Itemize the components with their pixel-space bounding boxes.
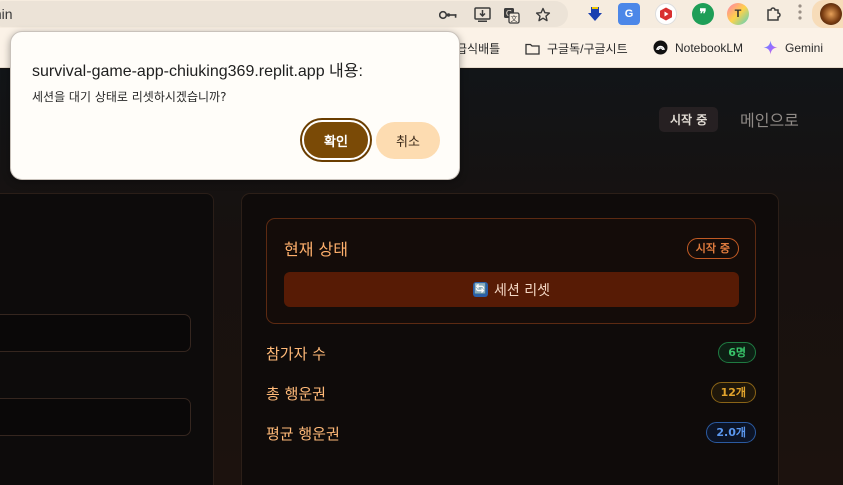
t-extension-icon[interactable]: T (727, 3, 749, 25)
bookmark-label: 급식배틀 (456, 42, 501, 56)
address-text: min (0, 6, 13, 22)
bookmark-label: NotebookLM (675, 40, 744, 55)
quote-extension-icon[interactable]: ❞ (692, 3, 714, 25)
dialog-title: survival-game-app-chiuking369.replit.app… (32, 63, 363, 80)
notebooklm-icon (653, 40, 668, 55)
left-panel (0, 193, 214, 485)
confirm-dialog: survival-game-app-chiuking369.replit.app… (10, 31, 460, 180)
reset-button-label: 세션 리셋 (494, 282, 550, 299)
bookmark-label: 구글독/구글시트 (547, 42, 628, 56)
bookmark-item-1[interactable]: 급식배틀 (456, 40, 500, 57)
avatar (820, 3, 842, 25)
translate-page-icon[interactable]: G文 (501, 5, 521, 25)
svg-text:文: 文 (510, 14, 517, 23)
stat-row-participants: 참가자 수 6명 (266, 341, 756, 365)
password-key-icon[interactable] (438, 5, 458, 25)
install-app-icon[interactable] (472, 5, 492, 25)
extensions-puzzle-icon[interactable] (764, 4, 784, 24)
refresh-icon: 🔄 (473, 282, 488, 297)
session-reset-button[interactable]: 🔄 세션 리셋 (284, 272, 739, 307)
stat-value-badge: 12개 (710, 382, 756, 403)
stat-value-badge: 6명 (718, 342, 756, 363)
browser-toolbar: min G文 G ❞ T (0, 0, 843, 28)
stat-value-badge: 2.0개 (706, 422, 756, 443)
folder-icon (525, 41, 540, 56)
google-translate-icon[interactable]: G (618, 3, 640, 25)
bookmark-item-4[interactable]: Gemini (763, 40, 823, 55)
status-title: 현재 상태 (284, 240, 348, 259)
bookmark-label: Gemini (785, 40, 824, 55)
confirm-button[interactable]: 확인 (302, 120, 370, 160)
status-badge: 시작 중 (686, 238, 739, 259)
stat-row-total-tickets: 총 행운권 12개 (266, 381, 756, 405)
profile-button[interactable] (812, 0, 843, 28)
stat-label: 평균 행운권 (266, 425, 340, 443)
header-status-badge: 시작 중 (659, 107, 719, 132)
current-status-box: 현재 상태 시작 중 🔄 세션 리셋 (266, 218, 756, 324)
address-bar[interactable]: min G文 (0, 1, 568, 27)
dialog-message: 세션을 대기 상태로 리셋하시겠습니까? (32, 90, 227, 104)
gemini-icon (763, 40, 778, 55)
stats-panel: 현재 상태 시작 중 🔄 세션 리셋 참가자 수 6명 총 행운권 12개 평균… (241, 193, 779, 485)
download-arrow-icon[interactable] (584, 3, 606, 25)
stat-label: 참가자 수 (266, 345, 326, 363)
bookmark-item-2[interactable]: 구글독/구글시트 (525, 40, 628, 57)
left-input-field[interactable] (0, 314, 191, 352)
red-extension-icon[interactable] (655, 3, 677, 25)
stat-label: 총 행운권 (266, 385, 326, 403)
stat-row-average-tickets: 평균 행운권 2.0개 (266, 421, 756, 445)
main-link[interactable]: 메인으로 (740, 107, 799, 131)
bookmark-item-3[interactable]: NotebookLM (653, 40, 743, 55)
bookmark-star-icon[interactable] (533, 5, 553, 25)
browser-menu-icon[interactable] (798, 4, 804, 20)
cancel-button[interactable]: 취소 (376, 122, 440, 159)
left-input-field[interactable] (0, 398, 191, 436)
